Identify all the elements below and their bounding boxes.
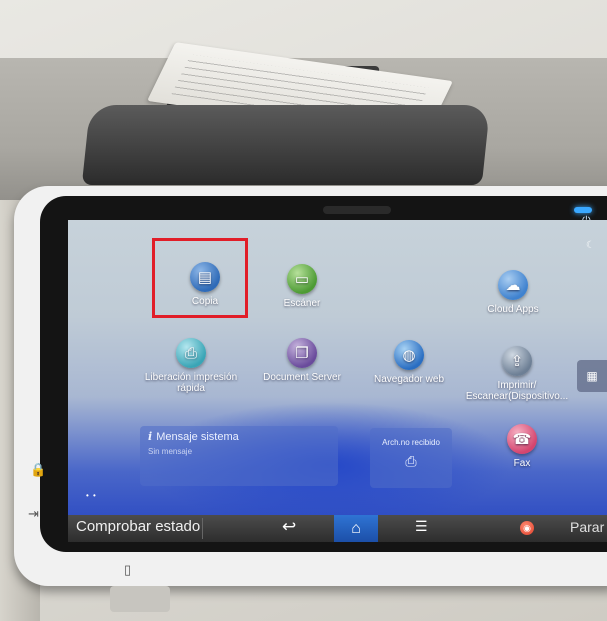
scanner-icon: ▭ <box>287 264 317 294</box>
app-label: Liberación impresión rápida <box>144 372 238 394</box>
message-subtitle: Sin mensaje <box>148 447 193 456</box>
fax-widget-label: Arch.no recibido <box>382 438 440 447</box>
grid-icon: ▦ <box>586 369 598 383</box>
app-cloud-apps[interactable]: ☁ Cloud Apps <box>473 270 553 315</box>
fax-tray-icon: ⎙ <box>405 453 417 469</box>
data-in-icon: ▯ <box>124 562 132 577</box>
app-label: Fax <box>513 458 531 469</box>
login-key-icon[interactable]: ⇥ <box>28 506 39 522</box>
usb-icon: ⇪ <box>502 346 532 376</box>
system-message-widget[interactable]: i Mensaje sistema Sin mensaje <box>140 426 338 486</box>
app-label: Imprimir/ Escanear(Dispositivo... <box>465 380 569 402</box>
bottom-bar: Comprobar estado ↩ ⌂ ☰ ◉ Parar <box>68 515 607 542</box>
app-imprimir-escanear[interactable]: ⇪ Imprimir/ Escanear(Dispositivo... <box>464 346 570 402</box>
back-icon[interactable]: ↩ <box>282 517 296 537</box>
app-label: Escáner <box>283 298 321 309</box>
globe-icon: ◍ <box>394 340 424 370</box>
home-button[interactable]: ⌂ <box>334 515 378 542</box>
app-document-server[interactable]: ❐ Document Server <box>254 338 350 383</box>
widget-panel-tab[interactable]: ▦ <box>577 360 607 392</box>
fax-received-widget[interactable]: Arch.no recibido ⎙ <box>370 428 452 488</box>
bar-divider <box>202 518 203 539</box>
panel-stand <box>110 586 170 612</box>
document-server-icon: ❐ <box>287 338 317 368</box>
app-label: Navegador web <box>373 374 445 385</box>
home-icon: ⌂ <box>351 519 361 537</box>
touch-screen: ☾ ▤ Copia ▭ Escáner ☁ Cloud Apps ⎙ Liber… <box>68 220 607 542</box>
app-liberacion-impresion[interactable]: ⎙ Liberación impresión rápida <box>136 338 246 394</box>
selection-highlight <box>152 238 248 318</box>
check-status-button[interactable]: Comprobar estado <box>76 518 200 535</box>
energy-save-icon[interactable]: ☾ <box>586 240 595 251</box>
page-indicator: • • <box>86 491 97 500</box>
print-release-icon: ⎙ <box>176 338 206 368</box>
lock-key-icon[interactable]: 🔒 <box>30 462 46 478</box>
message-title: Mensaje sistema <box>156 431 239 443</box>
app-navegador-web[interactable]: ◍ Navegador web <box>364 340 454 385</box>
app-label: Cloud Apps <box>487 304 539 315</box>
document-feeder-lid <box>81 105 491 185</box>
app-escaner[interactable]: ▭ Escáner <box>265 264 339 309</box>
menu-icon[interactable]: ☰ <box>415 518 428 535</box>
stop-button[interactable]: Parar <box>570 519 604 535</box>
app-fax[interactable]: ☎ Fax <box>492 424 552 469</box>
app-label: Document Server <box>263 372 341 383</box>
panel-sensor-slot <box>323 206 391 214</box>
stop-icon[interactable]: ◉ <box>520 521 534 535</box>
power-led <box>574 207 592 213</box>
cloud-icon: ☁ <box>498 270 528 300</box>
fax-icon: ☎ <box>507 424 537 454</box>
info-icon: i <box>148 430 153 443</box>
